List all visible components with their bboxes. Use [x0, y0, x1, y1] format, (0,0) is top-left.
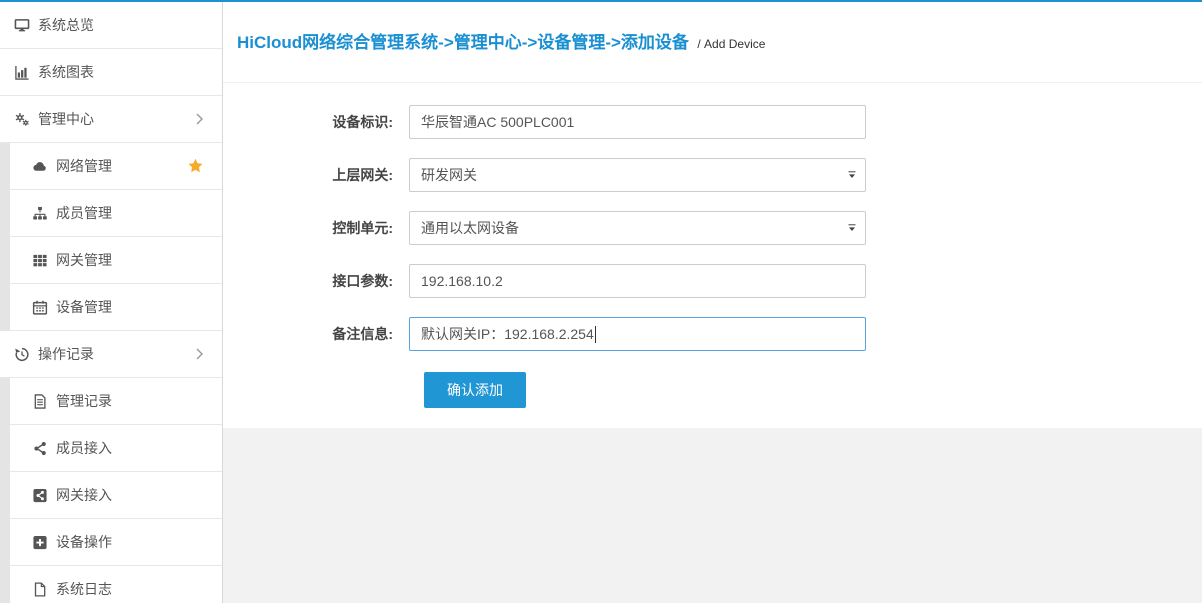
share-square-icon — [32, 487, 49, 503]
control-unit-select[interactable]: 通用以太网设备 — [409, 211, 866, 245]
upper-gateway-label: 上层网关: — [223, 165, 409, 185]
chevron-right-icon — [195, 113, 204, 125]
interface-params-value: 192.168.10.2 — [421, 273, 503, 289]
sidebar-item-network-mgmt[interactable]: 网络管理 — [10, 143, 222, 190]
admin-center-submenu: 网络管理 成员管理 网关管理 设备管 — [0, 143, 222, 331]
form-row-remarks: 备注信息: 默认网关IP：192.168.2.254 — [223, 317, 1202, 351]
chevron-right-icon — [195, 348, 204, 360]
sidebar-item-operation-log[interactable]: 操作记录 — [0, 331, 222, 378]
upper-gateway-select[interactable]: 研发网关 — [409, 158, 866, 192]
sitemap-icon — [32, 205, 49, 221]
breadcrumb: HiCloud网络综合管理系统->管理中心->设备管理->添加设备 — [237, 33, 689, 52]
remarks-label: 备注信息: — [223, 324, 409, 344]
cloud-icon — [32, 158, 49, 174]
bar-chart-icon — [14, 64, 31, 80]
star-icon[interactable] — [187, 158, 204, 174]
upper-gateway-value: 研发网关 — [421, 165, 477, 185]
sidebar-item-label: 成员接入 — [56, 438, 112, 458]
sidebar-item-label: 系统总览 — [38, 15, 94, 35]
interface-params-label: 接口参数: — [223, 271, 409, 291]
form-row-control-unit: 控制单元: 通用以太网设备 — [223, 211, 1202, 245]
sidebar-item-label: 网络管理 — [56, 156, 112, 176]
sidebar-item-label: 网关管理 — [56, 250, 112, 270]
main-content: HiCloud网络综合管理系统->管理中心->设备管理->添加设备 / Add … — [223, 2, 1202, 603]
sidebar-item-label: 系统图表 — [38, 62, 94, 82]
confirm-add-button[interactable]: 确认添加 — [424, 372, 526, 408]
sidebar-item-device-operations[interactable]: 设备操作 — [10, 519, 222, 566]
text-caret — [595, 326, 596, 343]
sidebar-item-label: 管理中心 — [38, 109, 94, 129]
sidebar-item-member-access[interactable]: 成员接入 — [10, 425, 222, 472]
calendar-icon — [32, 299, 49, 315]
form-row-interface-params: 接口参数: 192.168.10.2 — [223, 264, 1202, 298]
control-unit-label: 控制单元: — [223, 218, 409, 238]
breadcrumb-band: HiCloud网络综合管理系统->管理中心->设备管理->添加设备 / Add … — [223, 2, 1202, 83]
sidebar-item-system-log[interactable]: 系统日志 — [10, 566, 222, 603]
page-background — [223, 428, 1202, 603]
form-row-device-id: 设备标识: 华辰智通AC 500PLC001 — [223, 105, 1202, 139]
sidebar-item-gateway-access[interactable]: 网关接入 — [10, 472, 222, 519]
device-id-input[interactable]: 华辰智通AC 500PLC001 — [409, 105, 866, 139]
sidebar-item-label: 设备管理 — [56, 297, 112, 317]
form-row-upper-gateway: 上层网关: 研发网关 — [223, 158, 1202, 192]
file-icon — [32, 581, 49, 597]
sidebar-item-system-overview[interactable]: 系统总览 — [0, 2, 222, 49]
sidebar-item-label: 网关接入 — [56, 485, 112, 505]
sidebar-item-label: 设备操作 — [56, 532, 112, 552]
add-device-form: 设备标识: 华辰智通AC 500PLC001 上层网关: 研发网关 控制单元: … — [223, 83, 1202, 428]
sidebar: 系统总览 系统图表 管理中心 网络管理 — [0, 2, 223, 603]
sidebar-item-label: 管理记录 — [56, 391, 112, 411]
monitor-icon — [14, 17, 31, 33]
remarks-input[interactable]: 默认网关IP：192.168.2.254 — [409, 317, 866, 351]
operation-log-submenu: 管理记录 成员接入 网关接入 设备操作 — [0, 378, 222, 603]
share-icon — [32, 440, 49, 456]
plus-square-icon — [32, 534, 49, 550]
remarks-value: 默认网关IP：192.168.2.254 — [421, 324, 594, 344]
sidebar-item-device-mgmt[interactable]: 设备管理 — [10, 284, 222, 331]
device-id-label: 设备标识: — [223, 112, 409, 132]
interface-params-input[interactable]: 192.168.10.2 — [409, 264, 866, 298]
file-text-icon — [32, 393, 49, 409]
sidebar-item-label: 操作记录 — [38, 344, 94, 364]
sidebar-item-label: 成员管理 — [56, 203, 112, 223]
device-id-value: 华辰智通AC 500PLC001 — [421, 112, 574, 132]
sidebar-item-system-charts[interactable]: 系统图表 — [0, 49, 222, 96]
grid-icon — [32, 252, 49, 268]
sidebar-item-label: 系统日志 — [56, 579, 112, 599]
sidebar-item-member-mgmt[interactable]: 成员管理 — [10, 190, 222, 237]
breadcrumb-suffix: / Add Device — [697, 37, 765, 51]
dropdown-caret-icon — [848, 224, 856, 232]
sidebar-item-gateway-mgmt[interactable]: 网关管理 — [10, 237, 222, 284]
control-unit-value: 通用以太网设备 — [421, 218, 519, 238]
gears-icon — [14, 111, 31, 127]
sidebar-item-admin-center[interactable]: 管理中心 — [0, 96, 222, 143]
sidebar-item-admin-records[interactable]: 管理记录 — [10, 378, 222, 425]
history-icon — [14, 346, 31, 362]
dropdown-caret-icon — [848, 171, 856, 179]
